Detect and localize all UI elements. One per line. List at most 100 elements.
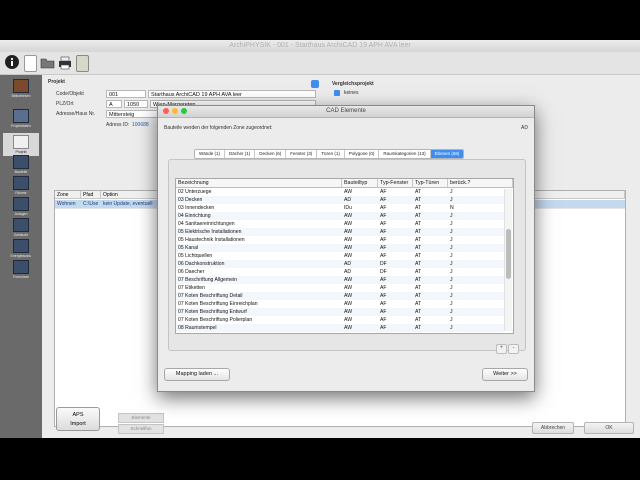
- table-row[interactable]: 07 Koten Beschriftung Einreichplan AW AF AT…: [176, 300, 504, 308]
- table-cell: J: [450, 277, 453, 283]
- table-cell: 07 Koten Beschriftung Einreichplan: [178, 301, 258, 307]
- sidebar-item-anlagen[interactable]: Anlagen: [6, 197, 36, 216]
- plz-field[interactable]: 1050: [124, 100, 148, 108]
- table-row[interactable]: 04 Einrichtung AW AF AT J: [176, 212, 504, 220]
- zoom-icon[interactable]: [181, 108, 187, 114]
- sidebar-item-raeume[interactable]: Räume: [6, 176, 36, 195]
- table-cell: J: [450, 269, 453, 275]
- column-header-bauteiltyp[interactable]: Bauteiltyp: [342, 179, 378, 188]
- table-row[interactable]: 06 Dachkonstruktion AD DF AT J: [176, 260, 504, 268]
- table-cell: AT: [415, 309, 422, 315]
- table-row[interactable]: 06 Daecher AD DF AT J: [176, 268, 504, 276]
- sidebar-item-gebaeude[interactable]: Gebäude: [6, 218, 36, 237]
- table-cell: AF: [380, 229, 387, 235]
- tab-polygone[interactable]: Polygone (0): [345, 150, 380, 158]
- column-header[interactable]: Zone: [55, 191, 81, 199]
- aps-import-button[interactable]: APS Import: [56, 407, 100, 431]
- table-cell: J: [450, 197, 453, 203]
- sidebar-item-energieausweis[interactable]: Energieausw.: [6, 239, 36, 258]
- column-header[interactable]: Pfad: [81, 191, 101, 199]
- tab-daecher[interactable]: Dächer (1): [225, 150, 256, 158]
- tab-tueren[interactable]: Türen (1): [317, 150, 345, 158]
- schnellfunktion-button[interactable]: Schnellfun: [118, 424, 164, 434]
- table-row[interactable]: 08 Raumstempel BGFAWAFATJ: [176, 332, 504, 333]
- table-cell: AT: [415, 221, 422, 227]
- project-icon: [13, 135, 29, 149]
- energy-icon: [13, 239, 29, 253]
- table-row[interactable]: 02 Unterzuege AW AF AT J: [176, 188, 504, 196]
- code-field[interactable]: 001: [106, 90, 146, 98]
- remove-button[interactable]: -: [508, 344, 519, 354]
- expand-icon[interactable]: [311, 80, 319, 88]
- new-document-icon[interactable]: [24, 55, 37, 72]
- elemente-button[interactable]: Elemente: [118, 413, 164, 423]
- button-label: Import: [70, 421, 86, 427]
- tab-decken[interactable]: Decken (6): [255, 150, 287, 158]
- table-row[interactable]: 04 Sanitaereinrichtungen AW AF AT J: [176, 220, 504, 228]
- column-header-typ-tueren[interactable]: Typ-Türen: [413, 179, 448, 188]
- table-cell: J: [448, 332, 504, 333]
- sidebar-item-bauteile[interactable]: Bauteile: [6, 155, 36, 174]
- next-button[interactable]: Weiter >>: [482, 368, 528, 381]
- tab-fenster[interactable]: Fenster (3): [286, 150, 318, 158]
- table-row[interactable]: 07 Beschriftung Allgemein AW AF AT J: [176, 276, 504, 284]
- object-field[interactable]: Starthaus ArchiCAD 19 APH AVA leer: [148, 90, 316, 98]
- sidebar-item-label: Projektdaten: [11, 124, 31, 128]
- sidebar-item-formulare[interactable]: Formulare: [6, 260, 36, 279]
- table-cell: 02 Unterzuege: [178, 189, 212, 195]
- table-row[interactable]: 05 Elektrische Installationen AW AF AT J: [176, 228, 504, 236]
- table-cell: AT: [415, 237, 422, 243]
- add-button[interactable]: +: [496, 344, 507, 354]
- load-mapping-button[interactable]: Mapping laden ...: [164, 368, 230, 381]
- table-row[interactable]: 07 Etiketten AW AF AT J: [176, 284, 504, 292]
- table-row[interactable]: 07 Koten Beschriftung Detail AW AF AT J: [176, 292, 504, 300]
- table-cell: AF: [380, 197, 387, 203]
- table-cell: AF: [380, 301, 387, 307]
- table-row[interactable]: 05 Kanal AW AF AT J: [176, 244, 504, 252]
- print-icon[interactable]: [58, 55, 72, 70]
- tab-waende[interactable]: Wände (1): [195, 150, 226, 158]
- tab-raumkategorien[interactable]: Raumkategorien (13): [379, 150, 431, 158]
- open-folder-icon[interactable]: [40, 55, 55, 70]
- table-row[interactable]: 08 Raumstempel AW AF AT J: [176, 324, 504, 332]
- table-cell: AW: [344, 237, 353, 243]
- compare-checkbox[interactable]: [334, 90, 340, 96]
- table-cell: AT: [415, 253, 422, 259]
- sidebar-item-projektdaten[interactable]: Projektdaten: [6, 109, 36, 128]
- minimize-icon[interactable]: [172, 108, 178, 114]
- building-icon: [13, 218, 29, 232]
- table-cell: 07 Beschriftung Allgemein: [178, 277, 237, 283]
- project-data-icon: [13, 109, 29, 123]
- table-cell: AW: [344, 301, 353, 307]
- scrollbar-thumb[interactable]: [506, 229, 511, 279]
- table-cell: J: [450, 285, 453, 291]
- info-icon[interactable]: [5, 55, 19, 69]
- vertical-scrollbar[interactable]: [504, 189, 512, 331]
- layers-table: Bezeichnung Bauteiltyp Typ-Fenster Typ-T…: [175, 178, 514, 334]
- sidebar-item-bibliotheken[interactable]: Bibliotheken: [6, 79, 36, 98]
- table-cell: AW: [344, 189, 353, 195]
- column-header-bezeichnung[interactable]: Bezeichnung: [176, 179, 342, 188]
- table-cell: 05 Kanal: [178, 245, 199, 251]
- tab-ebenen[interactable]: Ebenen (68): [430, 150, 464, 158]
- table-row[interactable]: 07 Koten Beschriftung Entwurf AW AF AT J: [176, 308, 504, 316]
- table-row[interactable]: 03 Decken AD AF AT J: [176, 196, 504, 204]
- table-row[interactable]: 07 Koten Beschriftung Polierplan AW AF AT J: [176, 316, 504, 324]
- table-cell: 06 Dachkonstruktion: [178, 261, 225, 267]
- sidebar-item-projekt[interactable]: Projekt: [3, 133, 39, 156]
- table-row[interactable]: 03 Innendecken IDu AF AT N: [176, 204, 504, 212]
- ok-button[interactable]: OK: [584, 422, 634, 434]
- table-row[interactable]: 05 Haustechnik Installationen AW AF AT J: [176, 236, 504, 244]
- cancel-button[interactable]: Abbrechen: [532, 422, 574, 434]
- notes-icon[interactable]: [76, 55, 89, 72]
- country-field[interactable]: A: [106, 100, 122, 108]
- column-header-beruecksichtigt[interactable]: berück.?: [448, 179, 513, 188]
- table-cell: AT: [415, 189, 422, 195]
- table-cell: AW: [344, 277, 353, 283]
- table-row[interactable]: 05 Lichtquellen AW AF AT J: [176, 252, 504, 260]
- table-cell: J: [450, 221, 453, 227]
- table-cell: AF: [380, 309, 387, 315]
- table-cell: 08 Raumstempel: [178, 325, 217, 331]
- close-icon[interactable]: [163, 108, 169, 114]
- column-header-typ-fenster[interactable]: Typ-Fenster: [378, 179, 413, 188]
